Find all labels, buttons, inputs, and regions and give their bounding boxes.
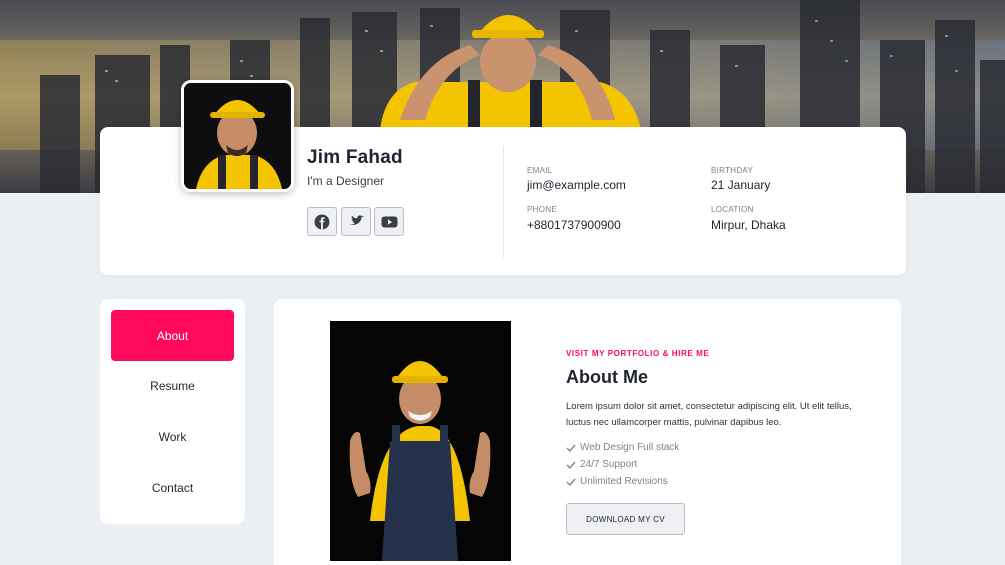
feature-item: Web Design Full stack xyxy=(566,442,679,453)
about-bio: Lorem ipsum dolor sit amet, consectetur … xyxy=(566,401,852,428)
profile-role: I'm a Designer xyxy=(307,174,384,188)
nav-item-about[interactable]: About xyxy=(111,310,234,361)
check-icon xyxy=(566,444,576,452)
feature-label: Web Design Full stack xyxy=(580,442,680,453)
twitter-icon xyxy=(348,214,364,225)
facebook-icon xyxy=(314,214,330,229)
check-icon xyxy=(566,461,576,469)
location-label: LOCATION xyxy=(711,205,754,214)
nav-item-work[interactable]: Work xyxy=(111,411,234,462)
email-value: jim@example.com xyxy=(527,178,626,192)
about-photo xyxy=(330,321,511,561)
twitter-button[interactable] xyxy=(341,207,371,236)
profile-divider xyxy=(503,146,504,258)
email-label: EMAIL xyxy=(527,166,553,175)
about-title: About Me xyxy=(566,367,648,387)
nav-item-resume[interactable]: Resume xyxy=(111,360,234,411)
about-eyebrow: VISIT MY PORTFOLIO & HIRE ME xyxy=(566,349,710,358)
nav-item-contact[interactable]: Contact xyxy=(111,462,234,513)
download-cv-button[interactable]: DOWNLOAD MY CV xyxy=(566,503,685,535)
youtube-icon xyxy=(381,216,397,227)
check-icon xyxy=(566,478,576,486)
phone-label: PHONE xyxy=(527,205,557,214)
birthday-value: 21 January xyxy=(711,178,771,192)
profile-avatar xyxy=(181,80,294,192)
location-value: Mirpur, Dhaka xyxy=(711,218,786,232)
feature-item: Unlimited Revisions xyxy=(566,476,668,487)
phone-value: +8801737900900 xyxy=(527,218,621,232)
feature-item: 24/7 Support xyxy=(566,459,637,470)
birthday-label: BIRTHDAY xyxy=(711,166,754,175)
youtube-button[interactable] xyxy=(374,207,404,236)
profile-name: Jim Fahad xyxy=(307,147,403,168)
facebook-button[interactable] xyxy=(307,207,337,236)
feature-label: Unlimited Revisions xyxy=(580,476,668,487)
feature-label: 24/7 Support xyxy=(580,459,638,470)
